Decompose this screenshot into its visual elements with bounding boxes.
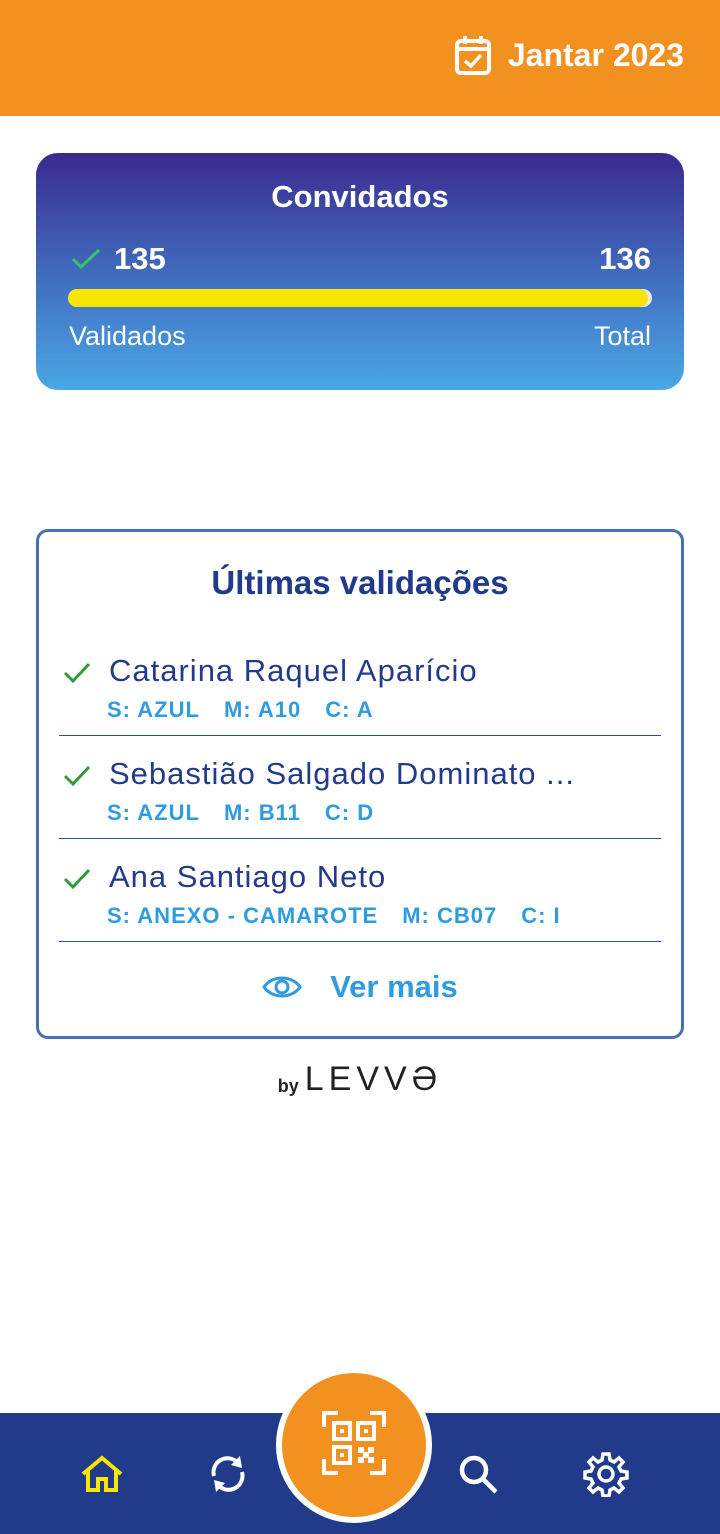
guest-table: M: B11 — [223, 800, 301, 825]
home-icon — [80, 1454, 124, 1494]
brand-by-text: by — [277, 1076, 299, 1096]
validated-count-row: 135 — [70, 241, 166, 277]
guest-table: M: CB07 — [402, 903, 498, 928]
recent-validations-title: Últimas validações — [211, 564, 509, 601]
guest-chair: C: I — [521, 903, 561, 928]
guest-seat-info: S: AZUL M: B11 C: D — [107, 800, 374, 826]
brand-name: LEVVƏ — [304, 1060, 443, 1098]
check-icon — [63, 662, 91, 684]
recent-validations-card: Últimas validações Catarina Raquel Aparí… — [36, 529, 684, 1039]
validation-entry[interactable]: Sebastião Salgado Dominato ... S: AZUL M… — [59, 736, 661, 839]
check-icon — [70, 247, 102, 271]
guest-sector: S: AZUL — [107, 697, 200, 722]
calendar-check-icon — [454, 34, 492, 76]
stats-title: Convidados — [271, 179, 449, 214]
guest-sector: S: ANEXO - CAMAROTE — [107, 903, 379, 928]
total-count: 136 — [599, 241, 651, 276]
guest-table: M: A10 — [223, 697, 302, 722]
total-label: Total — [593, 321, 651, 351]
scan-qr-button[interactable] — [276, 1367, 432, 1523]
guest-name: Catarina Raquel Aparício — [109, 653, 478, 688]
see-more-label: Ver mais — [330, 969, 458, 1004]
check-icon — [63, 868, 91, 890]
validated-label: Validados — [69, 321, 186, 351]
validation-entry[interactable]: Catarina Raquel Aparício S: AZUL M: A10 … — [59, 633, 661, 736]
nav-search-button[interactable] — [438, 1413, 518, 1534]
guest-name: Ana Santiago Neto — [109, 859, 387, 894]
nav-settings-button[interactable] — [566, 1413, 646, 1534]
settings-icon — [583, 1451, 629, 1497]
search-icon — [456, 1452, 500, 1496]
eye-icon — [262, 973, 303, 1001]
guest-chair: C: A — [325, 697, 374, 722]
validation-entry[interactable]: Ana Santiago Neto S: ANEXO - CAMAROTE M:… — [59, 839, 661, 942]
guest-chair: C: D — [324, 800, 375, 825]
validation-progress-fill — [68, 289, 648, 307]
guest-name: Sebastião Salgado Dominato ... — [109, 756, 575, 791]
see-more-button[interactable]: Ver mais — [39, 969, 681, 1005]
guest-sector: S: AZUL — [107, 800, 200, 825]
guest-seat-info: S: ANEXO - CAMAROTE M: CB07 C: I — [107, 903, 561, 929]
qr-scan-icon — [322, 1410, 386, 1480]
guest-seat-info: S: AZUL M: A10 C: A — [107, 697, 374, 723]
guests-stats-card: Convidados 135 136 Validados Total — [36, 153, 684, 390]
check-icon — [63, 765, 91, 787]
app-screen: Jantar 2023 Convidados 135 136 Validados… — [0, 0, 720, 1534]
sync-icon — [206, 1452, 250, 1496]
app-header: Jantar 2023 — [0, 0, 720, 116]
nav-sync-button[interactable] — [188, 1413, 268, 1534]
event-selector[interactable]: Jantar 2023 — [454, 34, 684, 76]
levva-brand-logo: by LEVVƏ — [0, 1060, 720, 1099]
nav-home-button[interactable] — [62, 1413, 142, 1534]
event-title: Jantar 2023 — [507, 36, 684, 73]
validated-count: 135 — [114, 241, 166, 276]
validation-progress-bar — [68, 289, 652, 307]
